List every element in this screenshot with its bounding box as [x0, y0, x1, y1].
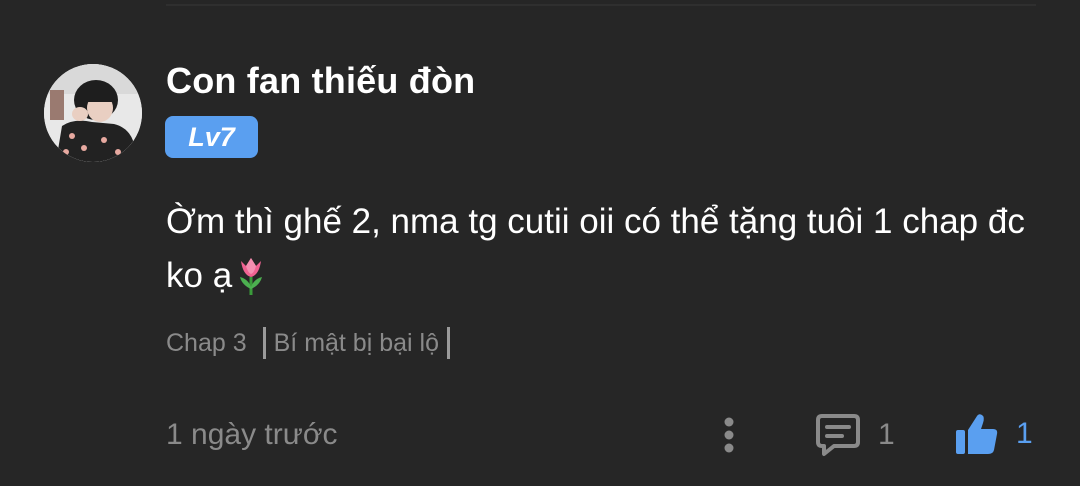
- chapter-link[interactable]: Chap 3 Bí mật bị bại lộ: [166, 325, 450, 361]
- like-button[interactable]: 1: [952, 408, 1033, 460]
- timestamp: 1 ngày trước: [166, 418, 338, 451]
- thumbs-up-icon: [956, 414, 998, 454]
- comment-text: Ờm thì ghế 2, nma tg cutii oii có thể tặ…: [166, 202, 1025, 295]
- more-options-button[interactable]: [712, 412, 746, 458]
- comment-card: Con fan thiếu đòn Lv7 Ờm thì ghế 2, nma …: [0, 0, 1080, 486]
- like-count: 1: [1016, 417, 1033, 450]
- avatar-image: [44, 64, 142, 162]
- reply-count: 1: [878, 418, 895, 451]
- reply-button[interactable]: 1: [814, 410, 895, 460]
- chapter-title: Bí mật bị bại lộ: [273, 328, 439, 357]
- comment-body: Ờm thì ghế 2, nma tg cutii oii có thể tặ…: [166, 195, 1026, 311]
- divider: [166, 4, 1036, 6]
- tulip-icon: [234, 255, 268, 311]
- chapter-number: Chap 3: [166, 328, 247, 357]
- avatar[interactable]: [44, 64, 142, 162]
- comment-bubble-icon: [816, 414, 860, 456]
- level-badge: Lv7: [165, 116, 258, 158]
- username[interactable]: Con fan thiếu đòn: [166, 60, 475, 102]
- separator: [446, 327, 450, 359]
- more-vertical-icon: [724, 417, 734, 453]
- separator: [262, 327, 266, 359]
